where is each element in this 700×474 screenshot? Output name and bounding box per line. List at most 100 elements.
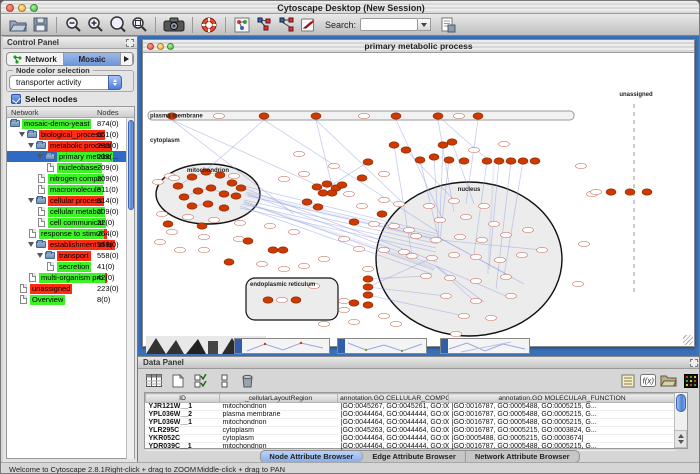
- zoom-fit-icon[interactable]: [128, 15, 150, 35]
- import-network-table-icon[interactable]: [437, 15, 459, 35]
- tree-row-biological-process[interactable]: biological_process651(0): [7, 129, 134, 140]
- graph-node-selected[interactable]: [263, 297, 273, 303]
- graph-node-selected[interactable]: [363, 284, 373, 290]
- graph-node[interactable]: [235, 220, 246, 225]
- graph-node-selected[interactable]: [415, 157, 425, 163]
- graph-node[interactable]: [214, 113, 225, 118]
- graph-node-selected[interactable]: [291, 297, 301, 303]
- graph-node[interactable]: [357, 203, 368, 208]
- tab-network-attribute-browser[interactable]: Network Attribute Browser: [466, 451, 579, 462]
- scroll-down-icon[interactable]: [678, 440, 684, 444]
- table-row[interactable]: YLR295Ccytoplasm[GO:0045263, GO:0044464,…: [146, 427, 676, 435]
- graph-node[interactable]: [363, 266, 374, 271]
- graph-node[interactable]: [329, 163, 340, 168]
- graph-node-selected[interactable]: [231, 193, 241, 199]
- delete-attribute-icon[interactable]: [238, 372, 257, 389]
- graph-node[interactable]: [379, 171, 390, 176]
- graph-node-selected[interactable]: [494, 158, 504, 164]
- graph-edge[interactable]: [204, 120, 264, 172]
- graph-node[interactable]: [445, 275, 456, 280]
- graph-node[interactable]: [501, 232, 512, 237]
- graph-node-selected[interactable]: [429, 154, 439, 160]
- tree-row-nucleobase-[interactable]: nucleobase-209(0): [7, 162, 134, 173]
- graph-node-selected[interactable]: [606, 189, 616, 195]
- graph-node-selected[interactable]: [179, 194, 189, 200]
- graph-node[interactable]: [449, 198, 460, 203]
- float-panel-icon[interactable]: [690, 359, 698, 367]
- graph-node[interactable]: [354, 246, 365, 251]
- graph-node[interactable]: [431, 237, 442, 242]
- table-column-header[interactable]: annotation.GO CELLULAR_COMPONENT: [338, 394, 449, 403]
- select-nodes-checkbox[interactable]: [11, 94, 21, 104]
- graph-node-selected[interactable]: [391, 113, 401, 119]
- tree-row-establishment-of-lo[interactable]: establishment of lo558(0): [7, 239, 134, 250]
- graph-node-selected[interactable]: [259, 113, 269, 119]
- graph-node[interactable]: [471, 278, 482, 283]
- graph-node[interactable]: [411, 233, 422, 238]
- graph-node[interactable]: [299, 263, 310, 268]
- graph-node-selected[interactable]: [187, 203, 197, 209]
- graph-node-selected[interactable]: [506, 158, 516, 164]
- graph-node[interactable]: [153, 179, 164, 184]
- graph-node-selected[interactable]: [302, 199, 312, 205]
- table-row[interactable]: YPL036W__1mitochondrion[GO:0044464, GO:0…: [146, 419, 676, 427]
- graph-node-selected[interactable]: [197, 223, 207, 229]
- graph-node-selected[interactable]: [337, 182, 347, 188]
- graph-node[interactable]: [427, 255, 438, 260]
- layout-attribute-icon[interactable]: [275, 15, 297, 35]
- zoom-out-icon[interactable]: [62, 15, 84, 35]
- graph-node-selected[interactable]: [530, 158, 540, 164]
- graph-node-selected[interactable]: [318, 190, 328, 196]
- network-window-titlebar[interactable]: primary metabolic process: [143, 40, 694, 53]
- disclosure-triangle-icon[interactable]: [37, 253, 43, 258]
- graph-node[interactable]: [155, 239, 166, 244]
- graph-node-selected[interactable]: [444, 157, 454, 163]
- graph-node[interactable]: [199, 234, 210, 239]
- table-column-header[interactable]: ID: [146, 394, 220, 403]
- minimized-window-thumbnail[interactable]: [440, 338, 530, 354]
- tree-row-cell-communicat[interactable]: cell communicat22(0): [7, 217, 134, 228]
- graph-node[interactable]: [277, 297, 288, 302]
- graph-node[interactable]: [579, 241, 590, 246]
- table-scrollbar-arrows[interactable]: [674, 430, 687, 448]
- graph-node-selected[interactable]: [518, 158, 528, 164]
- graph-node[interactable]: [391, 321, 402, 326]
- graph-node[interactable]: [265, 223, 276, 228]
- tree-row-overview[interactable]: Overview8(0): [7, 294, 134, 305]
- node-color-dropdown[interactable]: transporter activity: [9, 75, 122, 90]
- graph-node[interactable]: [229, 173, 240, 178]
- tree-row-multi-organism-pro[interactable]: multi-organism pro42(0): [7, 272, 134, 283]
- graph-node[interactable]: [294, 151, 305, 156]
- graph-node[interactable]: [379, 313, 390, 318]
- graph-node-selected[interactable]: [227, 180, 237, 186]
- graph-node[interactable]: [517, 252, 528, 257]
- graph-node[interactable]: [279, 266, 290, 271]
- tree-row-mosaic-demo-yeast[interactable]: mosaic-demo-yeast874(0): [7, 118, 134, 129]
- disclosure-triangle-icon[interactable]: [28, 198, 34, 203]
- graph-node[interactable]: [349, 319, 360, 324]
- network-view-window[interactable]: primary metabolic process plasma membran…: [142, 39, 695, 347]
- disclosure-triangle-icon[interactable]: [37, 154, 43, 159]
- minimized-window-thumbnail[interactable]: [234, 338, 330, 354]
- graph-node-selected[interactable]: [473, 113, 483, 119]
- tree-row-primary-metabo[interactable]: primary metabo209(...: [7, 151, 134, 162]
- graph-node-selected[interactable]: [236, 185, 246, 191]
- camera-snapshot-icon[interactable]: [161, 15, 187, 35]
- graph-node-selected[interactable]: [357, 175, 367, 181]
- graph-node[interactable]: [183, 214, 194, 219]
- layout-spring-icon[interactable]: [253, 15, 275, 35]
- graph-node-selected[interactable]: [389, 142, 399, 148]
- graph-node[interactable]: [489, 221, 500, 226]
- table-row[interactable]: YPL036W__2plasma membrane[GO:0044464, GO…: [146, 411, 676, 419]
- graph-node-selected[interactable]: [377, 211, 387, 217]
- select-attributes-icon[interactable]: [192, 372, 211, 389]
- graph-node[interactable]: [506, 293, 517, 298]
- graph-node-selected[interactable]: [163, 221, 173, 227]
- graph-node[interactable]: [339, 307, 350, 312]
- graph-edge[interactable]: [316, 120, 332, 186]
- tree-row-response-to-stimul[interactable]: response to stimul264(0): [7, 228, 134, 239]
- graph-node[interactable]: [471, 298, 482, 303]
- graph-node[interactable]: [289, 229, 300, 234]
- search-input[interactable]: [360, 18, 418, 31]
- graph-node-selected[interactable]: [187, 174, 197, 180]
